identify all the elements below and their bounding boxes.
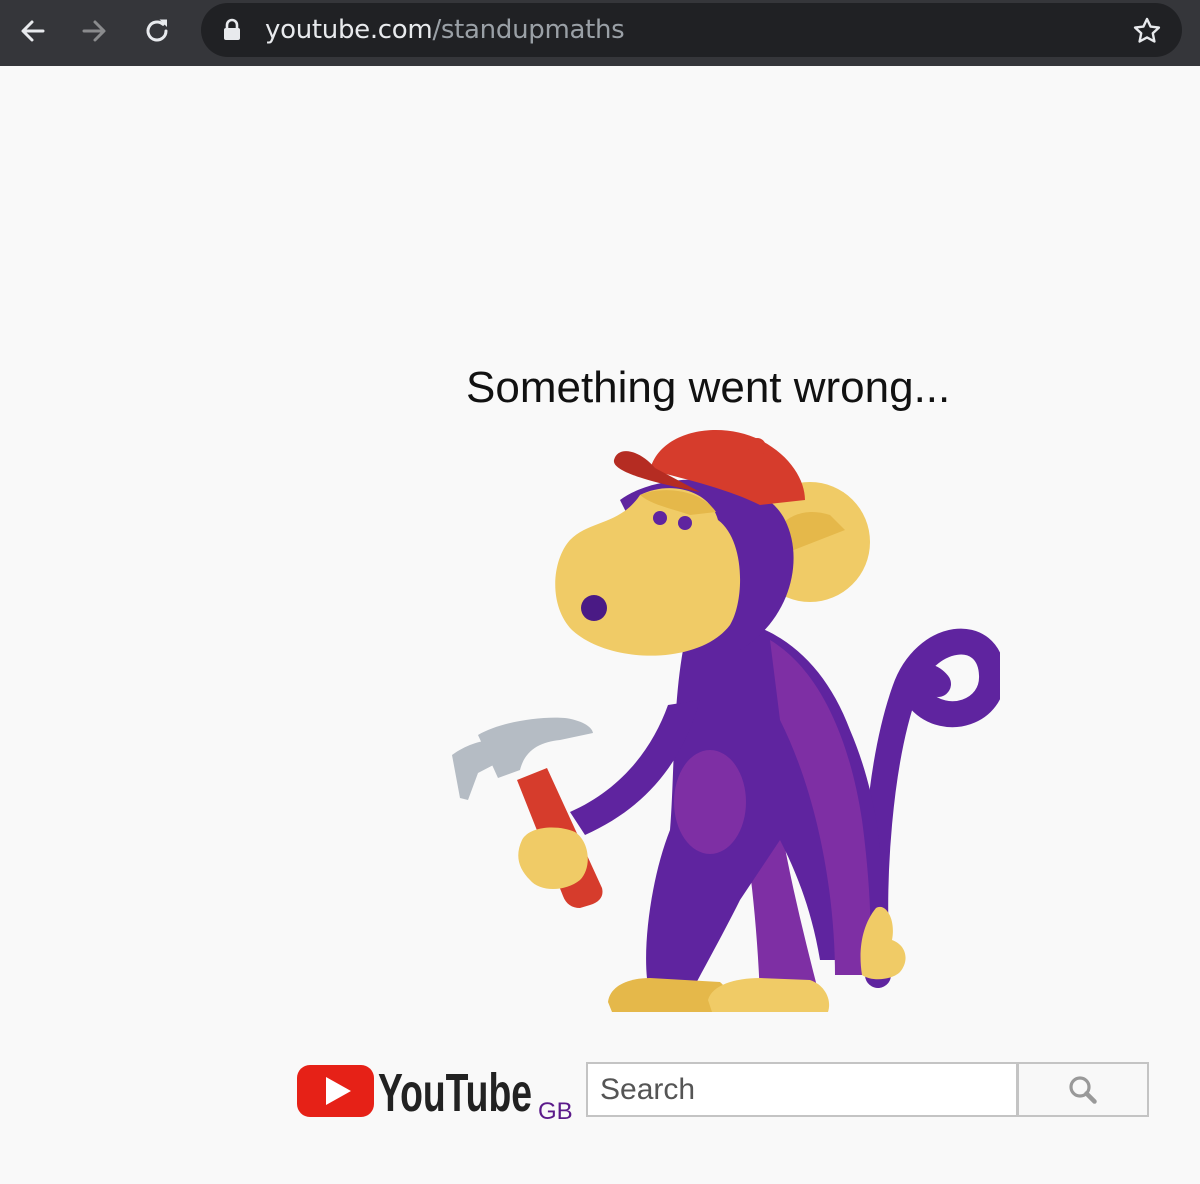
reload-button[interactable]	[137, 11, 177, 51]
youtube-logo[interactable]: YouTube GB	[296, 1058, 581, 1128]
url-text[interactable]: youtube.com/standupmaths	[265, 14, 625, 46]
reload-icon	[146, 19, 168, 42]
url-host: youtube.com	[265, 15, 433, 45]
back-arrow-icon	[21, 20, 45, 42]
error-message: Something went wrong...	[466, 363, 951, 412]
region-code: GB	[538, 1098, 573, 1125]
monkey-with-hammer-illustration	[452, 430, 1000, 1012]
forward-arrow-icon	[82, 20, 106, 42]
back-button[interactable]	[13, 11, 53, 51]
search-button[interactable]	[1018, 1062, 1149, 1117]
address-bar[interactable]: youtube.com/standupmaths	[201, 3, 1182, 57]
url-path: /standupmaths	[432, 15, 625, 45]
star-icon[interactable]	[1132, 16, 1162, 46]
youtube-wordmark: YouTube	[378, 1063, 532, 1123]
search-box[interactable]	[586, 1062, 1018, 1117]
forward-button[interactable]	[74, 11, 114, 51]
search-icon	[1069, 1075, 1097, 1104]
search-input[interactable]	[588, 1064, 1016, 1115]
browser-toolbar: youtube.com/standupmaths	[0, 0, 1200, 66]
lock-icon	[224, 18, 240, 40]
